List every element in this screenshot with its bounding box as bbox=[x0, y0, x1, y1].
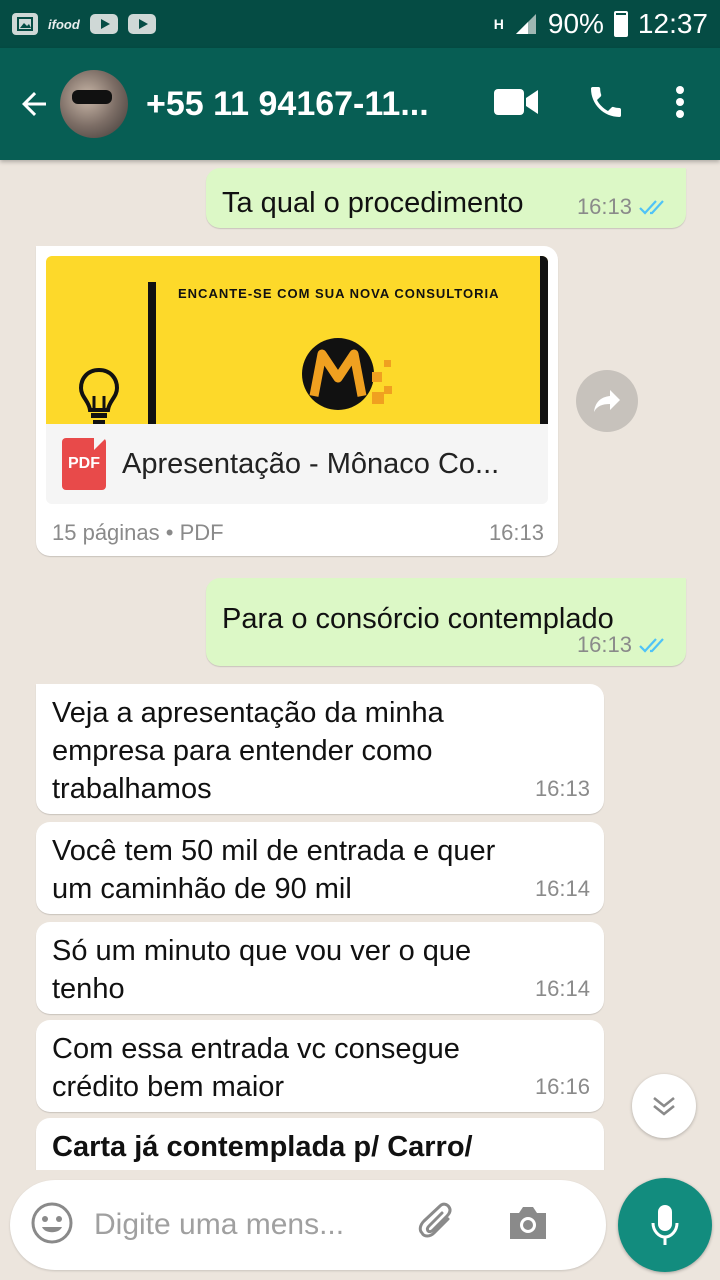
banner-edge bbox=[540, 256, 548, 424]
scroll-to-bottom-button[interactable] bbox=[632, 1074, 696, 1138]
contact-name[interactable]: +55 11 94167-11... bbox=[146, 85, 446, 124]
message-time: 16:13 bbox=[534, 776, 590, 801]
outgoing-message[interactable]: Ta qual o procedimento 16:13 bbox=[206, 168, 686, 228]
message-text: Com essa entrada vc consegue crédito bem… bbox=[52, 1033, 460, 1103]
pdf-message[interactable]: ENCANTE-SE COM SUA NOVA CONSULTORIA PDF … bbox=[36, 246, 558, 556]
camera-icon[interactable] bbox=[506, 1203, 550, 1248]
pdf-banner-heading: ENCANTE-SE COM SUA NOVA CONSULTORIA bbox=[178, 286, 500, 301]
pdf-file-row[interactable]: PDF Apresentação - Mônaco Co... bbox=[46, 424, 548, 504]
message-input[interactable] bbox=[94, 1208, 394, 1242]
pdf-file-icon: PDF bbox=[62, 438, 106, 490]
video-call-icon[interactable] bbox=[494, 87, 538, 122]
battery-percentage: 90% bbox=[547, 8, 604, 39]
clock: 12:37 bbox=[637, 8, 708, 39]
youtube-notification-icon-2 bbox=[127, 14, 156, 34]
attach-icon[interactable] bbox=[416, 1201, 460, 1250]
battery-icon bbox=[613, 11, 628, 37]
signal-icon bbox=[515, 14, 536, 34]
incoming-message[interactable]: Carta já contemplada p/ Carro/ bbox=[36, 1118, 604, 1170]
message-time: 16:13 bbox=[577, 194, 672, 220]
microphone-button[interactable] bbox=[618, 1178, 712, 1272]
chat-area[interactable]: Ta qual o procedimento 16:13 ENCANTE-SE … bbox=[0, 160, 720, 1170]
forward-button[interactable] bbox=[576, 370, 638, 432]
incoming-message[interactable]: Você tem 50 mil de entrada e quer um cam… bbox=[36, 822, 604, 914]
chat-header: +55 11 94167-11... bbox=[0, 48, 720, 160]
message-time: 16:13 bbox=[488, 520, 544, 545]
outgoing-message[interactable]: Para o consórcio contemplado 16:13 bbox=[206, 578, 686, 666]
voice-call-icon[interactable] bbox=[586, 82, 626, 127]
incoming-message[interactable]: Só um minuto que vou ver o que tenho 16:… bbox=[36, 922, 604, 1014]
monaco-logo-icon bbox=[302, 338, 392, 410]
ifood-notification-icon: ifood bbox=[48, 16, 80, 32]
message-compose-bar bbox=[10, 1180, 606, 1270]
contact-avatar[interactable] bbox=[60, 70, 128, 138]
youtube-notification-icon bbox=[89, 14, 118, 34]
pdf-file-name: Apresentação - Mônaco Co... bbox=[122, 447, 500, 480]
incoming-message[interactable]: Com essa entrada vc consegue crédito bem… bbox=[36, 1020, 604, 1112]
message-text: Para o consórcio contemplado bbox=[222, 603, 614, 635]
message-text: Só um minuto que vou ver o que tenho bbox=[52, 935, 472, 1005]
read-receipt-icon bbox=[639, 200, 664, 215]
message-text: Você tem 50 mil de entrada e quer um cam… bbox=[52, 835, 496, 905]
message-text: Ta qual o procedimento bbox=[222, 187, 524, 219]
message-time: 16:13 bbox=[577, 632, 672, 658]
back-arrow-icon[interactable] bbox=[10, 74, 58, 134]
message-text: Veja a apresentação da minha empresa par… bbox=[52, 697, 444, 805]
message-time: 16:14 bbox=[534, 876, 590, 901]
lightbulb-icon bbox=[78, 367, 120, 424]
read-receipt-icon bbox=[639, 638, 664, 653]
banner-divider bbox=[148, 282, 156, 424]
network-type-indicator: H bbox=[493, 16, 504, 32]
pdf-preview[interactable]: ENCANTE-SE COM SUA NOVA CONSULTORIA bbox=[46, 256, 548, 424]
message-time: 16:14 bbox=[534, 976, 590, 1001]
message-time: 16:16 bbox=[534, 1074, 590, 1099]
pdf-meta: 15 páginas • PDF bbox=[52, 520, 224, 545]
microphone-icon bbox=[651, 1205, 679, 1245]
message-text: Carta já contemplada p/ Carro/ bbox=[52, 1131, 473, 1163]
incoming-message[interactable]: Veja a apresentação da minha empresa par… bbox=[36, 684, 604, 814]
emoji-icon[interactable] bbox=[30, 1201, 74, 1250]
more-options-icon[interactable] bbox=[674, 84, 686, 125]
gallery-notification-icon bbox=[12, 13, 38, 35]
status-bar: ifood H 90% 12:37 bbox=[0, 0, 720, 48]
